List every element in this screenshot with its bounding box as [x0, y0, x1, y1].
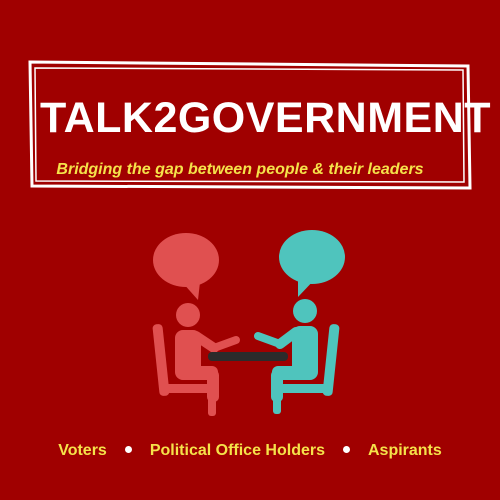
right-speech-bubble-icon — [279, 230, 345, 297]
poster: TALK2GOVERNMENT Bridging the gap between… — [0, 0, 500, 500]
audience-item-office-holders: Political Office Holders — [149, 442, 325, 459]
audience-list: Voters Political Office Holders Aspirant… — [0, 438, 500, 464]
audience-item-aspirants: Aspirants — [367, 442, 442, 459]
left-speech-bubble-icon — [153, 233, 219, 300]
tagline: Bridging the gap between people & their … — [56, 161, 424, 178]
page-title: TALK2GOVERNMENT — [40, 94, 492, 142]
audience-item-voters: Voters — [58, 442, 107, 459]
bullet-icon — [124, 445, 132, 453]
table-icon — [208, 352, 288, 361]
bullet-icon — [342, 445, 350, 453]
conversation-illustration — [152, 230, 345, 416]
